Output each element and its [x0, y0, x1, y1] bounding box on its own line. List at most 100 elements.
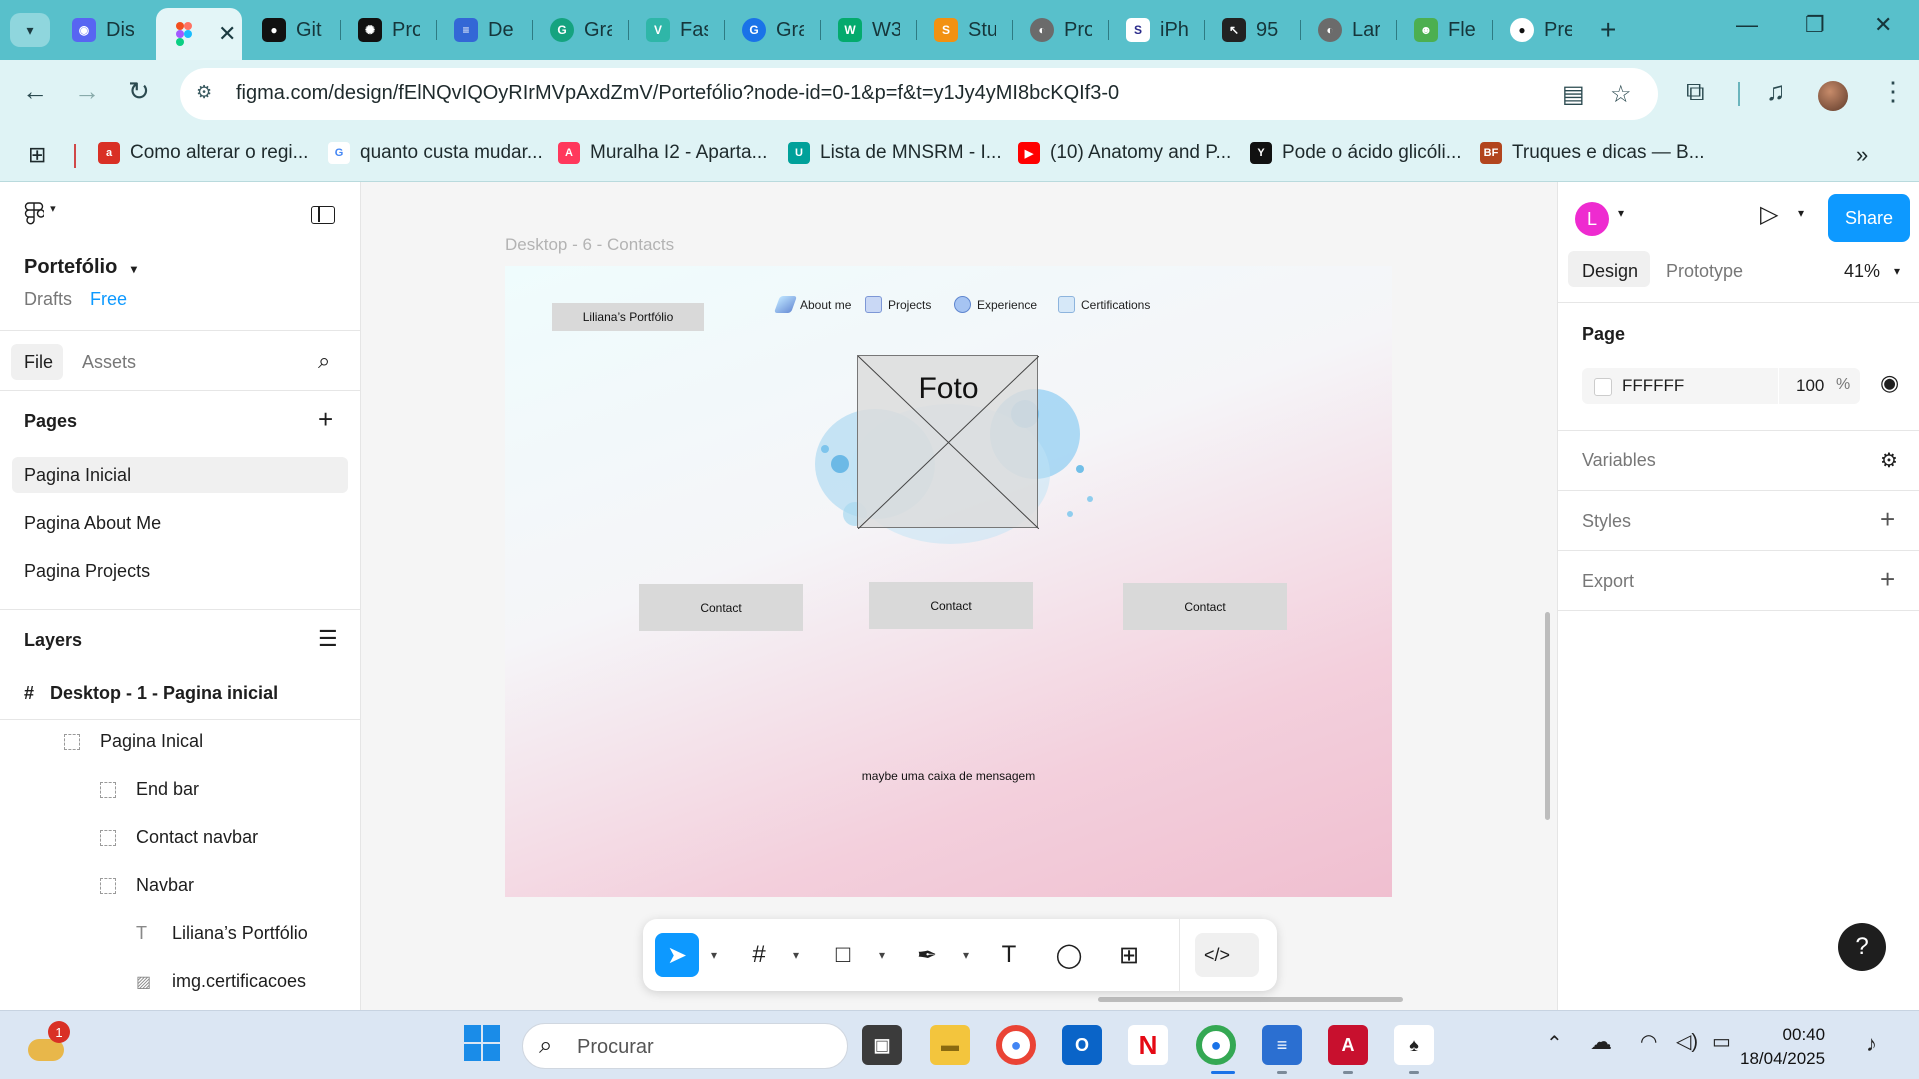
export-section[interactable]: Export: [1582, 571, 1634, 592]
close-tab-icon[interactable]: ✕: [218, 21, 236, 47]
dev-mode-toggle[interactable]: </>: [1195, 933, 1259, 977]
taskbar-search[interactable]: ⌕ Procurar: [522, 1023, 848, 1069]
address-bar[interactable]: ⚙ figma.com/design/fElNQvIQOyRIrMVpAxdZm…: [180, 68, 1658, 120]
windows-start-icon[interactable]: [464, 1025, 500, 1061]
tab-grammarly[interactable]: G Gra: [550, 10, 612, 50]
nav-certifications[interactable]: Certifications: [1058, 296, 1150, 313]
contact-button-1[interactable]: Contact: [639, 584, 803, 631]
styles-section[interactable]: Styles: [1582, 511, 1631, 532]
present-play-icon[interactable]: ▷: [1760, 200, 1778, 229]
file-explorer-icon[interactable]: ▬: [930, 1025, 970, 1065]
text-tool-icon[interactable]: T: [987, 933, 1031, 977]
more-bookmarks-icon[interactable]: »: [1856, 142, 1868, 168]
tab-file[interactable]: File: [24, 352, 53, 373]
tab-globe-2[interactable]: ◐ Lar: [1318, 10, 1380, 50]
reload-icon[interactable]: ↻: [128, 76, 150, 107]
media-control-icon[interactable]: ♫: [1766, 76, 1786, 107]
add-page-icon[interactable]: +: [318, 404, 333, 435]
chevron-up-icon[interactable]: ⌃: [1546, 1031, 1563, 1056]
page-item-pagina-projects[interactable]: Pagina Projects: [24, 561, 150, 582]
tab-iphone[interactable]: S iPh: [1126, 10, 1188, 50]
page-item-pagina-about-me[interactable]: Pagina About Me: [24, 513, 161, 534]
tab-record[interactable]: ● Pre: [1510, 10, 1572, 50]
weather-widget[interactable]: 1: [28, 1021, 70, 1065]
comment-tool-icon[interactable]: ◯: [1047, 933, 1091, 977]
share-button[interactable]: Share: [1828, 194, 1910, 242]
bookmark-item[interactable]: A Muralha I2 - Aparta...: [558, 142, 767, 164]
bookmark-star-icon[interactable]: ☆: [1610, 80, 1632, 109]
layer-row[interactable]: Navbar: [100, 875, 194, 896]
acrobat-icon[interactable]: A: [1328, 1025, 1368, 1065]
message-box-note[interactable]: maybe uma caixa de mensagem: [505, 769, 1392, 783]
wifi-icon[interactable]: ◠: [1640, 1029, 1657, 1054]
clipboard-icon[interactable]: ▤: [1562, 80, 1585, 109]
chrome-icon[interactable]: ●: [996, 1025, 1036, 1065]
site-info-icon[interactable]: ⚙: [196, 82, 220, 106]
horizontal-scrollbar[interactable]: [1098, 997, 1403, 1002]
file-name[interactable]: Portefólio ▾: [24, 256, 137, 279]
extensions-icon[interactable]: ⧉: [1686, 76, 1705, 108]
move-tool-icon[interactable]: ➤: [655, 933, 699, 977]
variables-sliders-icon[interactable]: ⚙: [1880, 448, 1898, 473]
bookmark-item[interactable]: BF Truques e dicas — B...: [1480, 142, 1705, 164]
toggle-panel-icon[interactable]: [311, 206, 335, 224]
tab-docs[interactable]: ≡ De: [454, 10, 516, 50]
apps-grid-icon[interactable]: ⊞: [28, 142, 46, 168]
tab-chatgpt[interactable]: ✺ Pro: [358, 10, 420, 50]
tab-grammarly-2[interactable]: G Gra: [742, 10, 804, 50]
bookmark-item[interactable]: ▶ (10) Anatomy and P...: [1018, 142, 1231, 164]
figma-canvas[interactable]: Desktop - 6 - Contacts Liliana’s Portfól…: [361, 182, 1557, 1010]
layer-row[interactable]: Contact navbar: [100, 827, 258, 848]
layer-row[interactable]: Pagina Inical: [64, 731, 203, 752]
tab-discord[interactable]: ◉ Dis: [72, 10, 134, 50]
layers-collapse-icon[interactable]: ☰: [318, 626, 338, 652]
help-button[interactable]: ?: [1838, 923, 1886, 971]
brand-button[interactable]: Liliana’s Portfólio: [552, 303, 704, 331]
rectangle-tool-icon[interactable]: □: [821, 933, 865, 977]
tab-github[interactable]: ● Git: [262, 10, 324, 50]
tab-design[interactable]: Design: [1582, 261, 1638, 282]
notifications-bell-icon[interactable]: ♪: [1866, 1031, 1877, 1057]
add-export-icon[interactable]: +: [1880, 564, 1895, 595]
new-tab-button[interactable]: +: [1600, 14, 1616, 46]
minimize-button[interactable]: —: [1736, 12, 1758, 38]
layer-row[interactable]: ▨ img.certificacoes: [136, 971, 306, 992]
chevron-down-icon[interactable]: ▾: [957, 933, 975, 977]
chevron-down-icon[interactable]: ▾: [873, 933, 891, 977]
task-view-icon[interactable]: ▣: [862, 1025, 902, 1065]
color-swatch[interactable]: [1594, 378, 1612, 396]
layer-row[interactable]: # Desktop - 1 - Pagina inicial: [24, 683, 278, 704]
user-avatar[interactable]: L: [1575, 202, 1609, 236]
solitaire-icon[interactable]: ♠: [1394, 1025, 1434, 1065]
zoom-level[interactable]: 41%: [1844, 261, 1880, 282]
layer-row[interactable]: T Liliana’s Portfólio: [136, 923, 308, 944]
system-clock[interactable]: 00:40 18/04/2025: [1740, 1023, 1825, 1071]
tab-assets[interactable]: Assets: [82, 352, 136, 373]
chevron-down-icon[interactable]: ▾: [1798, 206, 1804, 220]
variables-section[interactable]: Variables: [1582, 450, 1656, 471]
notepad-icon[interactable]: ≡: [1262, 1025, 1302, 1065]
plan-badge[interactable]: Free: [90, 289, 127, 310]
actions-tool-icon[interactable]: ⊞: [1107, 933, 1151, 977]
eye-icon[interactable]: ◉: [1880, 370, 1899, 396]
back-icon[interactable]: ←: [22, 76, 48, 107]
tab-vuetify[interactable]: V Fas: [646, 10, 708, 50]
contact-button-3[interactable]: Contact: [1123, 583, 1287, 630]
nav-projects[interactable]: Projects: [865, 296, 931, 313]
pen-tool-icon[interactable]: ✒: [905, 933, 949, 977]
bookmark-item[interactable]: U Lista de MNSRM - I...: [788, 142, 1002, 164]
tab-w3schools[interactable]: W W3: [838, 10, 900, 50]
chrome-profile-icon[interactable]: ●: [1196, 1025, 1236, 1065]
vertical-scrollbar[interactable]: [1545, 612, 1550, 820]
tab-figma-active[interactable]: ✕: [156, 8, 242, 60]
frame-tool-icon[interactable]: #: [737, 933, 781, 977]
tab-mysql[interactable]: S Stu: [934, 10, 996, 50]
menu-kebab-icon[interactable]: ⋮: [1880, 76, 1906, 107]
layer-row[interactable]: End bar: [100, 779, 199, 800]
bookmark-item[interactable]: a Como alterar o regi...: [98, 142, 308, 164]
desktop-frame[interactable]: Liliana’s Portfólio About me Projects Ex…: [505, 266, 1392, 897]
outlook-icon[interactable]: O: [1062, 1025, 1102, 1065]
chevron-down-icon[interactable]: ▾: [1618, 206, 1624, 220]
onedrive-cloud-icon[interactable]: ☁: [1590, 1029, 1612, 1055]
tab-prototype[interactable]: Prototype: [1666, 261, 1743, 282]
